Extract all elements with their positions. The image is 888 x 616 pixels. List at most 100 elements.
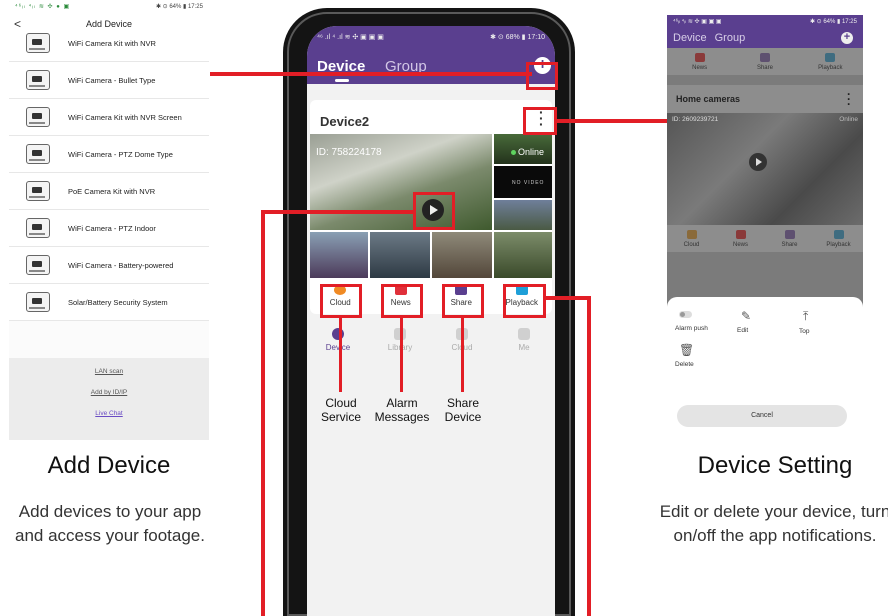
alarm-push-toggle[interactable]: Alarm push bbox=[675, 309, 737, 335]
device-setting-screenshot: ⁴⁶ᵢₗ ⁴ᵢₗ ≋ ✣ ▣ ▣ ▣ ✱ ⊙ 64% ▮ 17:25 Devic… bbox=[667, 15, 863, 440]
poe-kit-icon bbox=[26, 181, 50, 201]
device-card-title: Home cameras bbox=[676, 94, 741, 104]
callout-alarm-line2: Messages bbox=[374, 410, 430, 424]
list-item-label: WiFi Camera Kit with NVR Screen bbox=[68, 112, 182, 122]
cloud-button[interactable]: Cloud bbox=[674, 230, 710, 248]
add-device-screenshot: ⁴⁶ᵢₗ ⁴ᵢₗ ≋ ✣ ● ▣ ✱ ⊙ 64% ▮ 17:25 < Add D… bbox=[9, 0, 209, 440]
bullet-camera-icon bbox=[26, 70, 50, 90]
device-setting-caption-desc: Edit or delete your device, turn on/off … bbox=[659, 502, 888, 545]
callout-share-line1: Share bbox=[446, 396, 480, 410]
status-bar: ⁴⁶ᵢₗ ⁴ᵢₗ ≋ ✣ ● ▣ ✱ ⊙ 64% ▮ 17:25 bbox=[9, 0, 209, 13]
status-bar-signal: ⁴⁶ .ıl ⁴ .ıl ≋ ✣ ▣ ▣ ▣ bbox=[317, 34, 384, 41]
callout-box-share bbox=[442, 284, 484, 318]
list-item[interactable]: PoE Camera Kit with NVR bbox=[9, 173, 209, 210]
nav-device[interactable]: Device bbox=[313, 326, 363, 366]
callout-cloud-line2: Service bbox=[320, 410, 361, 424]
nav-me[interactable]: Me bbox=[499, 326, 549, 366]
callout-box-news bbox=[381, 284, 423, 318]
callout-alarm-line1: Alarm bbox=[386, 396, 418, 410]
top-button[interactable]: ⤒ Top bbox=[799, 309, 861, 335]
ptz-indoor-camera-icon bbox=[26, 218, 50, 238]
playback-icon bbox=[833, 230, 844, 239]
news-button[interactable]: News bbox=[682, 53, 718, 71]
add-device-header-title: Add Device bbox=[85, 19, 133, 29]
list-item-label: WiFi Camera Kit with NVR bbox=[68, 38, 156, 48]
play-icon[interactable] bbox=[749, 153, 767, 171]
callout-line bbox=[261, 210, 414, 214]
list-item-label: WiFi Camera - Bullet Type bbox=[68, 75, 156, 85]
add-device-caption-title: Add Device bbox=[47, 452, 171, 479]
playback-button[interactable]: Playback bbox=[812, 53, 848, 71]
playback-button[interactable]: Playback bbox=[821, 230, 857, 248]
device-id: ID: 2609239721 bbox=[672, 116, 719, 123]
more-options-icon[interactable]: · · · bbox=[847, 88, 851, 110]
playback-label: Playback bbox=[826, 242, 851, 248]
add-by-id-link[interactable]: Add by ID/IP bbox=[9, 389, 209, 396]
camera-view bbox=[310, 232, 368, 278]
tab-bar: Device Group + bbox=[307, 48, 555, 84]
no-video-label: NO VIDEO bbox=[512, 180, 545, 186]
active-tab-indicator bbox=[335, 79, 349, 82]
list-item[interactable]: WiFi Camera - PTZ Dome Type bbox=[9, 136, 209, 173]
callout-box-add bbox=[526, 62, 558, 90]
toggle-icon bbox=[679, 311, 692, 318]
edit-label: Edit bbox=[737, 327, 749, 334]
tab-group[interactable]: Group bbox=[715, 32, 746, 44]
camera-view bbox=[494, 200, 552, 230]
status-bar-signal: ⁴⁶ᵢₗ ⁴ᵢₗ ≋ ✣ ▣ ▣ ▣ bbox=[673, 19, 722, 25]
callout-line bbox=[461, 318, 464, 392]
nvr-screen-kit-icon bbox=[26, 107, 50, 127]
video-preview[interactable]: ID: 2609239721 Online bbox=[667, 113, 863, 225]
status-bar-signal: ⁴⁶ᵢₗ ⁴ᵢₗ ≋ ✣ ● ▣ bbox=[15, 4, 71, 10]
device-id: ID: 758224178 bbox=[316, 147, 382, 158]
delete-button[interactable]: 🗑 Delete bbox=[675, 343, 737, 368]
callout-line bbox=[545, 296, 591, 300]
cancel-button[interactable]: Cancel bbox=[677, 405, 847, 427]
cloud-label: Cloud bbox=[683, 242, 700, 248]
callout-line bbox=[400, 318, 403, 392]
edit-icon: ✎ bbox=[741, 309, 752, 323]
share-label: Share bbox=[756, 65, 773, 71]
device-card-header: Home cameras · · · bbox=[667, 85, 863, 113]
callout-line bbox=[210, 72, 532, 76]
alarm-icon bbox=[694, 53, 705, 62]
live-chat-link[interactable]: Live Chat bbox=[9, 410, 209, 417]
news-button[interactable]: News bbox=[723, 230, 759, 248]
share-button[interactable]: Share bbox=[772, 230, 808, 248]
device-settings-sheet: Alarm push ✎ Edit ⤒ Top 🗑 Delete Cancel bbox=[667, 297, 863, 440]
add-device-footer: LAN scan Add by ID/IP Live Chat bbox=[9, 358, 209, 440]
list-item[interactable]: Solar/Battery Security System bbox=[9, 284, 209, 321]
callout-label-cloud: Cloud Service bbox=[318, 396, 364, 424]
list-item[interactable]: WiFi Camera Kit with NVR Screen bbox=[9, 99, 209, 136]
trash-icon: 🗑 bbox=[679, 343, 695, 357]
callout-box-playback bbox=[503, 284, 546, 318]
solar-system-icon bbox=[26, 292, 50, 312]
list-item-label: Solar/Battery Security System bbox=[68, 297, 168, 307]
callout-box-cloud bbox=[320, 284, 362, 318]
list-item[interactable]: WiFi Camera - PTZ Indoor bbox=[9, 210, 209, 247]
share-button[interactable]: Share bbox=[747, 53, 783, 71]
tab-device[interactable]: Device bbox=[673, 32, 707, 44]
news-label: News bbox=[692, 65, 708, 71]
edit-button[interactable]: ✎ Edit bbox=[737, 309, 799, 335]
back-button[interactable]: < bbox=[14, 17, 21, 31]
alarm-icon bbox=[735, 230, 746, 239]
callout-box-more bbox=[523, 107, 557, 135]
callout-line bbox=[261, 210, 265, 616]
callout-share-line2: Device bbox=[444, 410, 482, 424]
list-item[interactable]: WiFi Camera - Battery-powered bbox=[9, 247, 209, 284]
nav-me-label: Me bbox=[518, 343, 530, 352]
tab-bar: Device Group + bbox=[667, 28, 863, 48]
share-icon bbox=[759, 53, 770, 62]
lan-scan-link[interactable]: LAN scan bbox=[9, 368, 209, 375]
playback-icon bbox=[825, 53, 836, 62]
device-setting-caption-title: Device Setting bbox=[697, 452, 853, 479]
list-item-label: PoE Camera Kit with NVR bbox=[68, 186, 156, 196]
news-label: News bbox=[732, 242, 748, 248]
status-bar: ⁴⁶ᵢₗ ⁴ᵢₗ ≋ ✣ ▣ ▣ ▣ ✱ ⊙ 64% ▮ 17:25 bbox=[667, 15, 863, 28]
add-device-button[interactable]: + bbox=[841, 32, 853, 44]
list-item[interactable]: WiFi Camera - Bullet Type bbox=[9, 62, 209, 99]
status-bar-battery: ✱ ⊙ 68% ▮ 17:10 bbox=[490, 34, 545, 41]
top-label: Top bbox=[799, 328, 810, 335]
add-device-header: < Add Device bbox=[9, 13, 209, 35]
